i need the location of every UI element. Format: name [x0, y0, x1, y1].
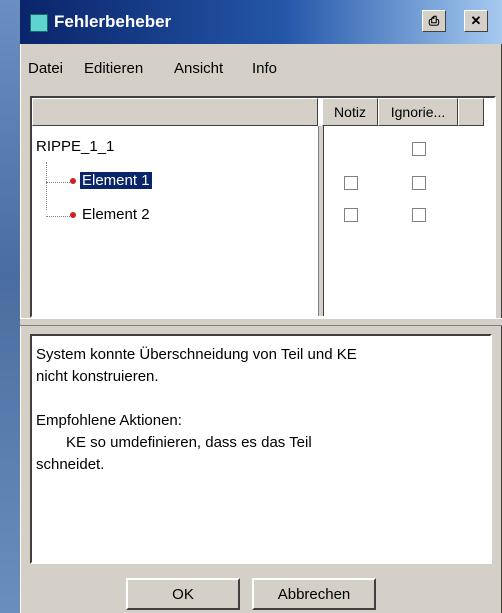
- ignore-checkbox-root[interactable]: [412, 142, 426, 156]
- tree-column-header[interactable]: [32, 98, 318, 126]
- feature-tree-panel: Notiz Ignorie... RIPPE_1_1 Element 1 Ele…: [30, 96, 496, 318]
- tree-connector: [46, 162, 47, 210]
- column-splitter[interactable]: [318, 126, 324, 316]
- action-text: KE so umdefinieren, dass es das Teil: [66, 434, 312, 451]
- title-bar[interactable]: Fehlerbeheber ⎙ ✕: [20, 0, 502, 44]
- menu-datei[interactable]: Datei: [28, 60, 63, 77]
- pane-splitter[interactable]: [20, 318, 502, 326]
- column-header-ignorieren[interactable]: Ignorie...: [378, 98, 458, 126]
- menu-bar: Datei Editieren Ansicht Info: [20, 54, 502, 84]
- status-dot-icon: [70, 178, 76, 184]
- actions-heading: Empfohlene Aktionen:: [36, 412, 182, 429]
- ok-button[interactable]: OK: [126, 578, 240, 610]
- note-checkbox-element-2[interactable]: [344, 208, 358, 222]
- ignore-checkbox-element-1[interactable]: [412, 176, 426, 190]
- message-panel: System konnte Überschneidung von Teil un…: [30, 334, 492, 564]
- window-title: Fehlerbeheber: [54, 12, 172, 31]
- menu-editieren[interactable]: Editieren: [84, 60, 143, 77]
- print-icon[interactable]: ⎙: [422, 10, 446, 32]
- message-text: System konnte Überschneidung von Teil un…: [36, 346, 357, 363]
- ignore-checkbox-element-2[interactable]: [412, 208, 426, 222]
- tree-root-item[interactable]: RIPPE_1_1: [36, 138, 114, 155]
- error-dialog: Fehlerbeheber ⎙ ✕ Datei Editieren Ansich…: [20, 0, 502, 613]
- message-text: nicht konstruieren.: [36, 368, 159, 385]
- tree-item-element-1[interactable]: Element 1: [80, 172, 152, 189]
- cancel-button[interactable]: Abbrechen: [252, 578, 376, 610]
- column-header-notiz[interactable]: Notiz: [322, 98, 378, 126]
- column-header-extra[interactable]: [458, 98, 484, 126]
- app-icon: [30, 14, 48, 32]
- note-checkbox-element-1[interactable]: [344, 176, 358, 190]
- menu-ansicht[interactable]: Ansicht: [174, 60, 223, 77]
- status-dot-icon: [70, 212, 76, 218]
- tree-item-element-2[interactable]: Element 2: [82, 206, 150, 223]
- close-icon[interactable]: ✕: [464, 10, 488, 32]
- action-text: schneidet.: [36, 456, 105, 473]
- menu-info[interactable]: Info: [252, 60, 277, 77]
